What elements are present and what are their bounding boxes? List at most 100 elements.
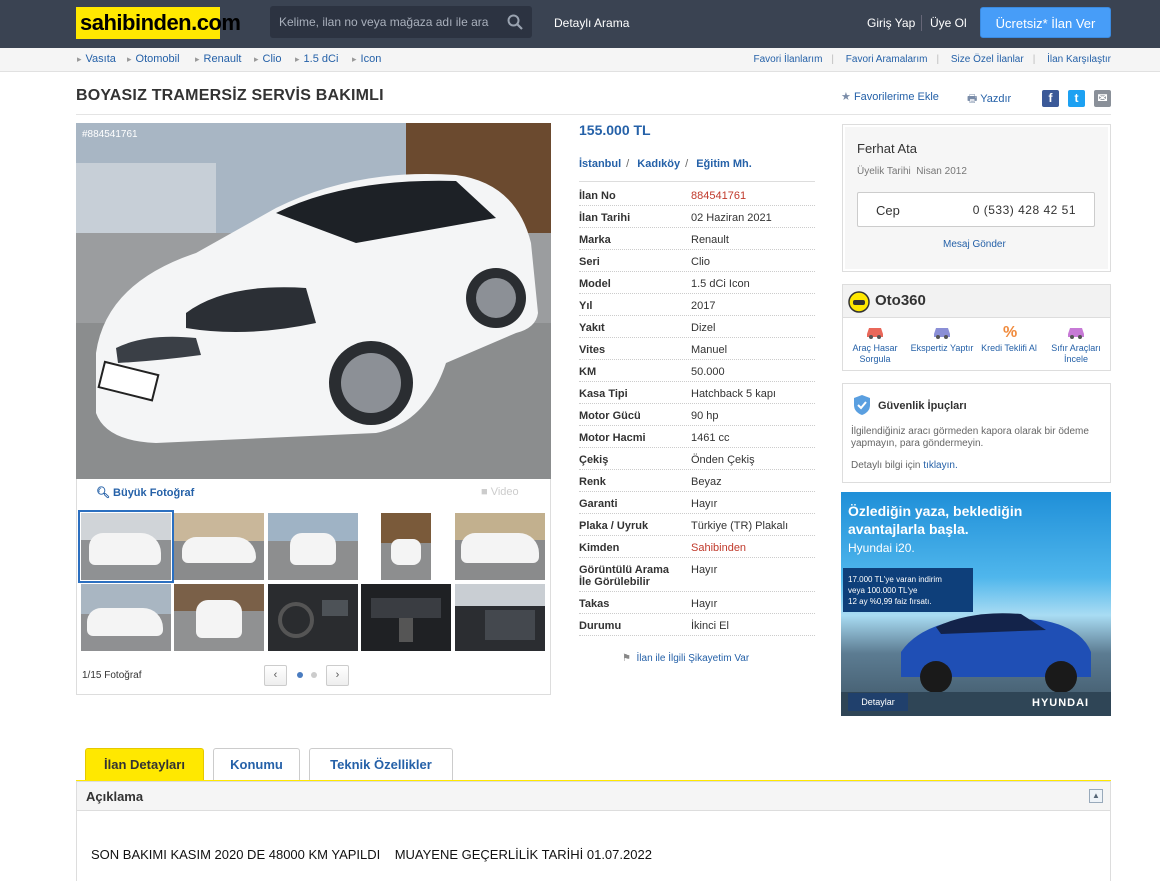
add-favorite-link[interactable]: ★ Favorilerime Ekle	[841, 90, 939, 103]
detail-row: Yıl 2017	[579, 294, 815, 316]
title-divider	[76, 114, 1111, 115]
twitter-share-icon[interactable]: t	[1068, 90, 1085, 107]
tab-listing-details[interactable]: İlan Detayları	[85, 748, 204, 780]
breadcrumb-item[interactable]: Otomobil	[127, 53, 180, 65]
thumbnail[interactable]	[361, 513, 451, 580]
detail-value: Renault	[691, 234, 729, 246]
thumbnail[interactable]	[455, 513, 545, 580]
detail-row: Kasa Tipi Hatchback 5 kapı	[579, 382, 815, 404]
prev-photo-button[interactable]: ‹	[264, 665, 287, 686]
phone-number: 0 (533) 428 42 51	[972, 203, 1076, 217]
search-input[interactable]	[270, 6, 496, 38]
breadcrumb-item[interactable]: Icon	[352, 53, 382, 65]
expertise-link[interactable]: Ekspertiz Yaptır	[909, 322, 975, 354]
detail-row: KM 50.000	[579, 360, 815, 382]
thumbnail[interactable]	[174, 584, 264, 651]
listing-location: İstanbul / Kadıköy / Eğitim Mh.	[579, 158, 752, 170]
thumbnail[interactable]	[268, 584, 358, 651]
ad-offer-box: 17.000 TL'ye varan indirim veya 100.000 …	[843, 568, 973, 612]
thumbnail[interactable]	[78, 510, 174, 583]
email-share-icon[interactable]: ✉	[1094, 90, 1111, 107]
detail-value: 1461 cc	[691, 432, 730, 444]
chevron-right-icon: ›	[335, 669, 340, 681]
compare-listings-link[interactable]: İlan Karşılaştır	[1047, 54, 1111, 65]
detail-key: İlan Tarihi	[579, 212, 631, 224]
post-listing-button[interactable]: Ücretsiz* İlan Ver	[980, 7, 1111, 38]
safety-tips-title: Güvenlik İpuçları	[878, 400, 967, 412]
detail-value: Manuel	[691, 344, 728, 356]
damage-query-link[interactable]: Araç Hasar Sorgula	[842, 322, 908, 365]
member-since: Üyelik Tarihi Nisan 2012	[857, 166, 967, 177]
location-neighborhood[interactable]: Eğitim Mh.	[696, 158, 752, 170]
ad-offer-line: 17.000 TL'ye varan indirim	[848, 575, 942, 584]
detail-key: Yakıt	[579, 322, 605, 334]
ad-brand-logo: HYUNDAI	[1032, 697, 1090, 709]
new-cars-link[interactable]: Sıfır Araçları İncele	[1043, 322, 1109, 365]
main-photo[interactable]: #884541761	[76, 123, 551, 479]
detail-value: Hayır	[691, 498, 718, 510]
favorite-searches-link[interactable]: Favori Aramalarım	[846, 54, 928, 65]
advanced-search-link[interactable]: Detaylı Arama	[554, 16, 629, 30]
special-listings-link[interactable]: Size Özel İlanlar	[951, 54, 1024, 65]
detail-row: Renk Beyaz	[579, 470, 815, 492]
tab-location[interactable]: Konumu	[213, 748, 300, 780]
site-logo[interactable]: sahibinden.com	[76, 7, 241, 39]
collapse-button[interactable]: ▲	[1089, 789, 1103, 803]
detail-key: Renk	[579, 476, 606, 488]
favorite-listings-link[interactable]: Favori İlanlarım	[754, 54, 823, 65]
detail-key: Durumu	[579, 620, 622, 632]
search-icon[interactable]	[507, 14, 523, 30]
location-city[interactable]: İstanbul	[579, 158, 621, 170]
new-car-icon	[1068, 328, 1084, 339]
print-link[interactable]: 🖶 Yazdır	[967, 90, 1011, 109]
location-district[interactable]: Kadıköy	[637, 158, 680, 170]
thumbnail[interactable]	[81, 584, 171, 651]
page-dot-active[interactable]	[297, 672, 303, 678]
expertise-label: Ekspertiz Yaptır	[910, 343, 974, 353]
description-line: SON BAKIMI KASIM 2020 DE 48000 KM YAPILD…	[91, 847, 652, 862]
detail-key: Model	[579, 278, 611, 290]
complaint-link[interactable]: ⚑ İlan ile İlgili Şikayetim Var	[622, 653, 749, 664]
signup-link[interactable]: Üye Ol	[930, 16, 967, 30]
facebook-share-icon[interactable]: f	[1042, 90, 1059, 107]
oto360-logo-icon	[848, 291, 870, 313]
svg-text:%: %	[1003, 324, 1017, 340]
thumbnail[interactable]	[361, 584, 451, 651]
quick-links: Favori İlanlarım | Favori Aramalarım | Siz…	[753, 54, 1112, 65]
description-body	[76, 811, 1111, 881]
send-message-link[interactable]: Mesaj Gönder	[943, 239, 1006, 250]
next-photo-button[interactable]: ›	[326, 665, 349, 686]
breadcrumb-item[interactable]: Clio	[254, 53, 282, 65]
detail-key: Çekiş	[579, 454, 609, 466]
detail-row: Model 1.5 dCi Icon	[579, 272, 815, 294]
detail-row: Kimden Sahibinden	[579, 536, 815, 558]
seller-name[interactable]: Ferhat Ata	[857, 141, 917, 156]
breadcrumb-item[interactable]: Renault	[195, 53, 242, 65]
safety-more: Detaylı bilgi için tıklayın.	[851, 460, 958, 471]
breadcrumb-item[interactable]: 1.5 dCi	[295, 53, 339, 65]
login-link[interactable]: Giriş Yap	[867, 16, 915, 30]
ad-details-button[interactable]: Detaylar	[848, 693, 908, 711]
tab-technical-specs[interactable]: Teknik Özellikler	[309, 748, 453, 780]
detail-value: Sahibinden	[691, 542, 747, 554]
add-favorite-label: Favorilerime Ekle	[853, 91, 939, 103]
oto360-brand: Oto360	[875, 292, 926, 309]
detail-row: Yakıt Dizel	[579, 316, 815, 338]
big-photo-link[interactable]: 🔍︎ Büyük Fotoğraf	[96, 486, 194, 499]
phone-box[interactable]: Cep 0 (533) 428 42 51	[857, 192, 1095, 227]
phone-label: Cep	[876, 203, 900, 218]
description-title: Açıklama	[86, 789, 144, 804]
car-damage-icon	[867, 328, 883, 339]
thumbnail[interactable]	[455, 584, 545, 651]
breadcrumb-item[interactable]: Vasıta	[77, 53, 116, 65]
safety-more-prefix: Detaylı bilgi için	[851, 460, 921, 471]
detail-row: Plaka / Uyruk Türkiye (TR) Plakalı	[579, 514, 815, 536]
ad-offer-line: veya 100.000 TL'ye	[848, 586, 918, 595]
credit-offer-link[interactable]: % Kredi Teklifi Al	[976, 322, 1042, 354]
safety-tips-text: İlgilendiğiniz aracı görmeden kapora ola…	[851, 426, 1089, 449]
page-dot[interactable]	[311, 672, 317, 678]
safety-more-link[interactable]: tıklayın.	[923, 460, 957, 471]
detail-key: Plaka / Uyruk	[579, 520, 649, 532]
thumbnail[interactable]	[268, 513, 358, 580]
thumbnail[interactable]	[174, 513, 264, 580]
